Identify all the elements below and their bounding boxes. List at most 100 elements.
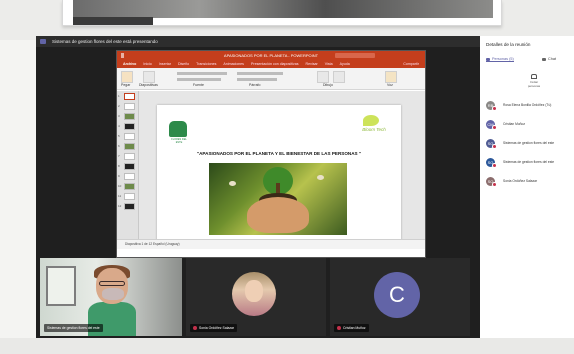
ppt-tab-inicio[interactable]: Inicio <box>143 60 151 68</box>
ppt-tab-ayuda[interactable]: Ayuda <box>340 60 350 68</box>
sharing-title: Sistemas de gestion flores del este está… <box>52 39 158 44</box>
current-slide[interactable]: FLORES DEL ESTE Bloom Tech "APASIONADOS … <box>157 105 401 243</box>
ribbon-label-voice: Voz <box>387 83 393 87</box>
avatar-face <box>245 280 263 302</box>
paragraph-align-controls[interactable] <box>237 78 277 81</box>
logo-left-text: FLORES DEL ESTE <box>171 138 187 144</box>
video-tile-sonia[interactable]: Sonia Ordóñez Salazar <box>186 258 326 336</box>
paste-icon[interactable] <box>121 71 133 83</box>
slide-thumb[interactable] <box>124 203 135 210</box>
ppt-tab-diseno[interactable]: Diseño <box>178 60 189 68</box>
participant-row[interactable]: SG Sistemas de gestion flores del este <box>486 138 572 149</box>
slide-thumb[interactable] <box>124 123 135 130</box>
butterfly-icon <box>317 175 324 180</box>
room-background-bottom <box>0 338 574 354</box>
top-monitor-tile <box>73 17 153 25</box>
slide-thumb[interactable] <box>124 183 135 190</box>
slide-thumb[interactable] <box>124 133 135 140</box>
ribbon-label-drawing: Dibujo <box>323 83 333 87</box>
tile-name-sonia: Sonia Ordóñez Salazar <box>190 324 238 332</box>
arrange-icon[interactable] <box>333 71 345 83</box>
room-background-top <box>0 0 574 40</box>
avatar-sonia <box>232 272 276 316</box>
invite-people-button[interactable]: Invitar personas <box>524 74 544 88</box>
ppt-tab-revisar[interactable]: Revisar <box>306 60 318 68</box>
shared-powerpoint: APASIONADOS POR EL PLANETA - POWERPOINT … <box>116 50 426 258</box>
dictate-icon[interactable] <box>385 71 397 83</box>
tab-people[interactable]: Personas (5) <box>486 57 514 62</box>
muted-mic-icon <box>193 326 197 331</box>
participant-name: Sonia Ordóñez Salazar <box>503 179 538 183</box>
tree-in-hands-image <box>209 163 347 235</box>
participant-name: Sistemas de gestion flores del este <box>503 141 555 145</box>
ppt-title-bar: APASIONADOS POR EL PLANETA - POWERPOINT <box>117 51 425 60</box>
slide-title: "APASIONADOS POR EL PLANETA Y EL BIENEST… <box>196 151 362 156</box>
slide-thumb[interactable] <box>124 143 135 150</box>
slide-thumb[interactable] <box>124 193 135 200</box>
ppt-tab-animaciones[interactable]: Animaciones <box>223 60 244 68</box>
participant-row[interactable]: CM Cristian Muñoz <box>486 119 572 130</box>
slide-thumb[interactable] <box>124 163 135 170</box>
room-window <box>46 266 76 306</box>
participant-row[interactable]: SG Sistemas de gestion flores del este <box>486 157 572 168</box>
butterfly-icon <box>229 181 236 186</box>
quick-access-icon[interactable] <box>121 53 141 58</box>
status-indicator-icon <box>492 106 497 111</box>
status-indicator-icon <box>492 182 497 187</box>
ppt-share-button[interactable]: Compartir <box>403 60 419 68</box>
panel-tabs: Personas (5) Chat <box>480 56 574 66</box>
ppt-tab-archivo[interactable]: Archivo <box>123 60 136 68</box>
ppt-tab-insertar[interactable]: Insertar <box>159 60 171 68</box>
top-monitor-frame <box>62 0 502 26</box>
slide-thumb[interactable] <box>124 93 135 100</box>
tile-name-cristian: Cristian Muñoz <box>334 324 369 332</box>
shapes-icon[interactable] <box>317 71 329 83</box>
slide-thumb[interactable] <box>124 103 135 110</box>
ppt-tab-presentacion[interactable]: Presentación con diapositivas <box>251 60 299 68</box>
ribbon-label-slides: Diapositivas <box>139 83 158 87</box>
ribbon-label-font: Fuente <box>193 83 204 87</box>
leaf-icon <box>363 115 379 126</box>
ribbon-label-paste: Pegar <box>121 83 131 87</box>
video-tile-cristian[interactable]: C Cristian Muñoz <box>330 258 470 336</box>
slide-thumb[interactable] <box>124 173 135 180</box>
slide-thumbnails: 1 2 3 4 5 6 7 8 9 10 11 12 <box>117 91 139 249</box>
top-monitor-screen <box>73 0 493 18</box>
tab-chat[interactable]: Chat <box>542 57 556 61</box>
participant-row[interactable]: RB Rosa Elena Bonilla Ordóñez (Tú) <box>486 100 572 111</box>
camera-tile[interactable]: Sistemas de gestion flores del este <box>40 258 182 336</box>
ppt-ribbon-tabs: Archivo Inicio Insertar Diseño Transicio… <box>117 60 425 68</box>
glasses <box>99 281 125 286</box>
muted-mic-icon <box>337 326 341 331</box>
add-person-icon <box>531 74 537 79</box>
slide-thumb[interactable] <box>124 113 135 120</box>
ppt-title: APASIONADOS POR EL PLANETA - POWERPOINT <box>223 53 319 58</box>
ppt-tab-vista[interactable]: Vista <box>325 60 333 68</box>
new-slide-icon[interactable] <box>143 71 155 83</box>
flores-del-este-logo: FLORES DEL ESTE <box>169 121 187 144</box>
screen-share-icon <box>40 39 46 44</box>
paragraph-controls[interactable] <box>237 72 283 75</box>
font-format-controls[interactable] <box>177 78 221 81</box>
camera-tile-name: Sistemas de gestion flores del este <box>44 324 103 332</box>
panel-title: Detalles de la reunión <box>486 42 531 47</box>
slide-thumb[interactable] <box>124 153 135 160</box>
teams-window: Sistemas de gestion flores del este está… <box>36 36 574 338</box>
avatar-cristian: C <box>374 272 420 318</box>
status-indicator-icon <box>492 144 497 149</box>
ppt-ribbon: Pegar Diapositivas Fuente Párrafo Dibujo… <box>117 68 425 90</box>
bloom-logo: Bloom Tech <box>359 115 389 143</box>
ppt-tab-transiciones[interactable]: Transiciones <box>196 60 216 68</box>
hands <box>247 197 309 233</box>
participant-row[interactable]: SO Sonia Ordóñez Salazar <box>486 176 572 187</box>
status-indicator-icon <box>492 163 497 168</box>
ppt-search-box[interactable] <box>335 53 375 58</box>
status-indicator-icon <box>492 125 497 130</box>
participant-name: Sistemas de gestion flores del este <box>503 160 555 164</box>
ribbon-label-paragraph: Párrafo <box>249 83 261 87</box>
meeting-details-panel: Detalles de la reunión Personas (5) Chat… <box>480 36 574 338</box>
font-controls[interactable] <box>177 72 227 75</box>
chat-icon <box>542 57 546 61</box>
sharing-bar: Sistemas de gestion flores del este está… <box>36 36 480 47</box>
people-icon <box>486 57 490 61</box>
